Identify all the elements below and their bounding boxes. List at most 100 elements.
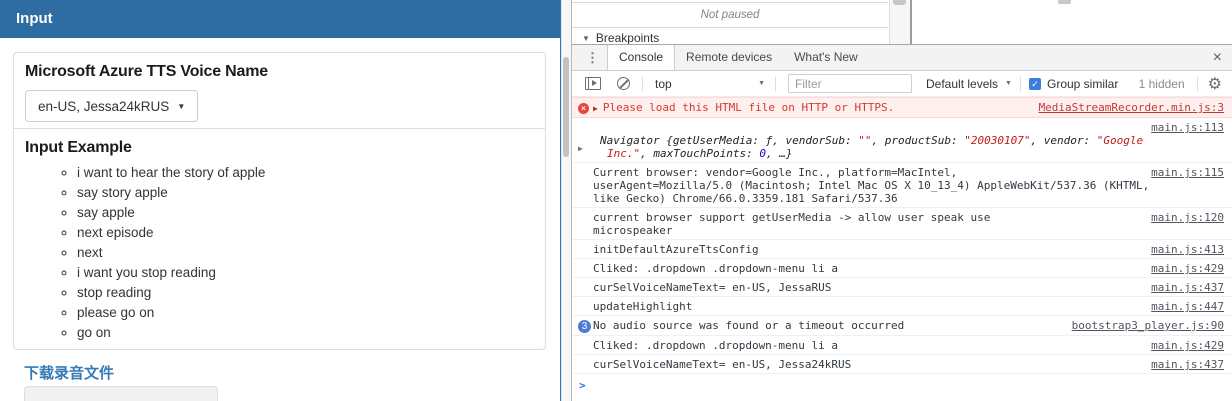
clear-console-icon[interactable]	[617, 77, 630, 90]
drawer-tabs: Console Remote devices What's New	[607, 45, 869, 70]
console-message: curSelVoiceNameText= en-US, Jessa24kRUS	[593, 358, 852, 371]
example-section: Input Example i want to hear the story o…	[14, 128, 545, 349]
sources-editor-area	[912, 0, 1232, 44]
voice-dropdown-button[interactable]: en-US, Jessa24kRUS ▼	[25, 90, 199, 122]
console-sidebar-toggle-icon[interactable]	[585, 77, 601, 90]
source-link[interactable]: MediaStreamRecorder.min.js:3	[1039, 101, 1224, 114]
source-link[interactable]: main.js:115	[1151, 166, 1224, 179]
console-row: bootstrap3_player.js:90 3 No audio source …	[572, 316, 1232, 336]
console-row: main.js:115 Current browser: vendor=Googl…	[572, 163, 1232, 208]
console-drawer: ⋮ Console Remote devices What's New × top …	[572, 44, 1232, 401]
row-gutter	[578, 262, 593, 275]
sidebar-scrollbar[interactable]	[889, 0, 910, 44]
source-link[interactable]: main.js:429	[1151, 339, 1224, 352]
group-similar-label[interactable]: Group similar	[1047, 77, 1118, 91]
close-drawer-icon[interactable]: ×	[1213, 49, 1222, 67]
console-prompt[interactable]: >	[572, 374, 1232, 392]
source-link[interactable]: main.js:113	[1151, 121, 1224, 134]
row-gutter	[578, 166, 593, 205]
console-row: main.js:113 ▶ Navigator {getUserMedia: ƒ, …	[572, 118, 1232, 163]
repeat-count-badge: 3	[578, 320, 591, 333]
source-link[interactable]: bootstrap3_player.js:90	[1072, 319, 1224, 332]
console-message: current browser support getUserMedia -> …	[593, 211, 991, 237]
toolbar-divider	[1019, 76, 1021, 91]
log-levels-selector[interactable]: Default levels ▼	[926, 77, 1012, 91]
tab-remote-devices[interactable]: Remote devices	[675, 45, 783, 70]
console-message: Cliked: .dropdown .dropdown-menu li a	[593, 262, 839, 275]
console-toolbar: top ▼ Default levels ▼ ✓ Group similar 1…	[572, 71, 1232, 97]
sidebar-scrollbar-thumb[interactable]	[893, 0, 906, 5]
console-row: main.js:120 current browser support getUs…	[572, 208, 1232, 240]
console-row: main.js:413 initDefaultAzureTtsConfig	[572, 240, 1232, 259]
voice-name-title: Microsoft Azure TTS Voice Name	[25, 63, 268, 80]
expand-triangle-icon[interactable]: ▶	[578, 134, 591, 160]
page-title: Input	[0, 0, 560, 38]
download-recording-link[interactable]: 下载录音文件	[24, 362, 114, 383]
error-icon: ×	[578, 103, 589, 114]
example-item: stop reading	[77, 283, 534, 303]
console-message: updateHighlight	[593, 300, 693, 313]
row-gutter: ×	[578, 101, 593, 115]
group-similar-checkbox[interactable]: ✓	[1028, 77, 1041, 90]
toolbar-divider	[1196, 76, 1198, 91]
source-link[interactable]: main.js:437	[1151, 358, 1224, 371]
settings-gear-icon[interactable]: ⚙	[1208, 74, 1222, 94]
console-row: main.js:429 Cliked: .dropdown .dropdown-m…	[572, 259, 1232, 278]
row-gutter: 3	[578, 319, 593, 333]
console-row: main.js:447 updateHighlight	[572, 297, 1232, 316]
row-gutter	[578, 281, 593, 294]
source-link[interactable]: main.js:447	[1151, 300, 1224, 313]
console-message: main.js:113 ▶ Navigator {getUserMedia: ƒ, …	[578, 121, 1224, 160]
sources-sidebar: Not paused ▼ Breakpoints	[572, 0, 1232, 45]
browser-page: Input Microsoft Azure TTS Voice Name en-…	[0, 0, 561, 401]
tab-console[interactable]: Console	[607, 45, 676, 70]
row-gutter	[578, 211, 593, 237]
example-item: please go on	[77, 303, 534, 323]
source-link[interactable]: main.js:437	[1151, 281, 1224, 294]
row-gutter	[578, 339, 593, 352]
row-gutter	[578, 243, 593, 256]
toolbar-divider	[642, 76, 643, 91]
source-link[interactable]: main.js:429	[1151, 262, 1224, 275]
context-selector[interactable]: top ▼	[655, 77, 765, 91]
console-row: MediaStreamRecorder.min.js:3 × ▶ Please loa…	[572, 97, 1232, 118]
page-body: Microsoft Azure TTS Voice Name en-US, Je…	[0, 38, 560, 401]
console-message: Cliked: .dropdown .dropdown-menu li a	[593, 339, 839, 352]
example-item: say apple	[77, 203, 534, 223]
source-link[interactable]: main.js:413	[1151, 243, 1224, 256]
console-message: curSelVoiceNameText= en-US, JessaRUS	[593, 281, 832, 294]
example-item: say story apple	[77, 183, 534, 203]
log-levels-label: Default levels	[926, 76, 999, 91]
voice-section: Microsoft Azure TTS Voice Name en-US, Je…	[14, 53, 545, 128]
console-message: initDefaultAzureTtsConfig	[593, 243, 759, 256]
debugger-status: Not paused	[572, 2, 888, 28]
filter-input[interactable]	[788, 74, 912, 93]
input-card: Microsoft Azure TTS Voice Name en-US, Je…	[13, 52, 546, 350]
console-messages: MediaStreamRecorder.min.js:3 × ▶ Please loa…	[572, 97, 1232, 392]
object-preview: Navigator {getUserMedia: ƒ, vendorSub: "…	[600, 134, 1144, 160]
devtools-panel: Not paused ▼ Breakpoints ⋮ Console Remote…	[571, 0, 1232, 401]
caret-down-icon: ▼	[758, 80, 765, 87]
console-message: Current browser: vendor=Google Inc., pla…	[593, 166, 1150, 205]
voice-dropdown-label: en-US, Jessa24kRUS	[38, 98, 170, 114]
context-selector-label: top	[655, 76, 672, 91]
editor-scrollbar-thumb[interactable]	[1058, 0, 1071, 4]
source-link[interactable]: main.js:120	[1151, 211, 1224, 224]
toolbar-divider	[775, 76, 776, 91]
example-item: i want to hear the story of apple	[77, 163, 534, 183]
prompt-chevron-icon: >	[579, 379, 586, 392]
devtools-menu-icon[interactable]: ⋮	[586, 50, 599, 66]
tab-what-s-new[interactable]: What's New	[783, 45, 869, 70]
row-gutter	[578, 358, 593, 371]
page-scrollbar-thumb[interactable]	[563, 57, 569, 157]
example-item: i want you stop reading	[77, 263, 534, 283]
example-item: next episode	[77, 223, 534, 243]
input-example-title: Input Example	[25, 139, 132, 156]
collapse-triangle-icon: ▼	[582, 33, 590, 43]
example-item: next	[77, 243, 534, 263]
caret-down-icon: ▼	[177, 101, 186, 111]
breakpoints-section[interactable]: ▼ Breakpoints	[582, 31, 659, 45]
expand-triangle-icon[interactable]: ▶	[593, 104, 598, 113]
hidden-count: 1 hidden	[1138, 76, 1185, 91]
console-row: main.js:429 Cliked: .dropdown .dropdown-m…	[572, 336, 1232, 355]
